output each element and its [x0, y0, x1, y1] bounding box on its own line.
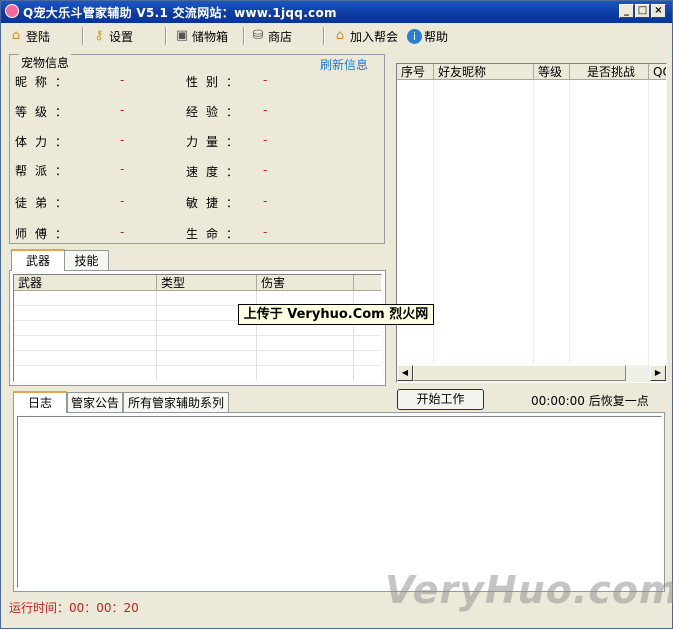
- speed-value: -: [263, 163, 268, 177]
- refresh-info-link[interactable]: 刷新信息: [319, 56, 370, 73]
- settings-label: 设置: [109, 29, 134, 44]
- agility-label: 敏捷：: [186, 196, 247, 210]
- login-button[interactable]: ⌂ 登陆: [8, 27, 50, 45]
- start-work-button[interactable]: 开始工作: [397, 389, 484, 410]
- scroll-left-icon[interactable]: ◀: [397, 365, 413, 381]
- toolbar: ⌂ 登陆 ⚷ 设置 ▣ 储物箱 ⛁ 商店 ⌂ 加入帮会 i 帮助: [1, 24, 672, 48]
- shop-icon: ⛁: [252, 28, 264, 43]
- apprentice-value: -: [120, 194, 125, 208]
- scroll-right-icon[interactable]: ▶: [650, 365, 666, 381]
- friends-col-qq[interactable]: QQ: [649, 64, 666, 80]
- recover-timer-text: 00:00:00 后恢复一点: [531, 394, 649, 408]
- faction-value: -: [120, 162, 125, 176]
- house-icon: ⌂: [11, 28, 21, 43]
- main-window: Q宠大乐斗管家辅助 V5.1 交流网站：www.1jqq.com _ □ × ⌂…: [0, 0, 673, 629]
- help-icon: i: [407, 28, 422, 44]
- master-label: 师傅：: [15, 227, 76, 241]
- weapons-col-filler: [354, 275, 381, 291]
- friends-col-challenge[interactable]: 是否挑战: [570, 64, 649, 80]
- toolbar-separator: [323, 27, 325, 45]
- upload-watermark-label: 上传于 Veryhuo.Com 烈火网: [238, 304, 434, 325]
- runtime-text: 运行时间：00：00：20: [9, 601, 139, 615]
- faction-label: 帮派：: [15, 164, 76, 178]
- toolbar-separator: [82, 27, 84, 45]
- life-value: -: [263, 225, 268, 239]
- gender-value: -: [263, 73, 268, 87]
- gender-label: 性别：: [186, 75, 247, 89]
- help-label: 帮助: [424, 29, 449, 44]
- login-label: 登陆: [26, 29, 51, 44]
- stamina-label: 体力：: [15, 135, 76, 149]
- help-button[interactable]: i 帮助: [407, 27, 448, 45]
- veryhuo-logo: VeryHuo.com: [385, 568, 673, 612]
- master-value: -: [120, 225, 125, 239]
- nickname-label: 昵称：: [15, 75, 76, 89]
- friends-table[interactable]: 序号 好友昵称 等级 是否挑战 QQ ◀ ▶: [396, 63, 667, 383]
- tab-log[interactable]: 日志: [13, 391, 67, 413]
- window-title: Q宠大乐斗管家辅助 V5.1 交流网站：www.1jqq.com: [23, 6, 337, 20]
- strength-label: 力量：: [186, 135, 247, 149]
- key-icon: ⚷: [94, 28, 104, 43]
- storage-label: 储物箱: [192, 29, 229, 44]
- minimize-button[interactable]: _: [619, 4, 634, 18]
- friends-hscrollbar[interactable]: ◀ ▶: [397, 365, 666, 382]
- close-button[interactable]: ×: [651, 4, 666, 18]
- life-label: 生命：: [186, 227, 247, 241]
- grid-line: [14, 350, 381, 351]
- grid-line: [569, 80, 570, 364]
- weapons-col-damage[interactable]: 伤害: [257, 275, 354, 291]
- friends-col-nickname[interactable]: 好友昵称: [434, 64, 534, 80]
- weapons-col-type[interactable]: 类型: [157, 275, 257, 291]
- stamina-value: -: [120, 133, 125, 147]
- title-bar[interactable]: Q宠大乐斗管家辅助 V5.1 交流网站：www.1jqq.com _ □ ×: [1, 1, 672, 23]
- storage-button[interactable]: ▣ 储物箱: [174, 27, 228, 45]
- apprentice-label: 徒弟：: [15, 196, 76, 210]
- shop-button[interactable]: ⛁ 商店: [250, 27, 292, 45]
- grid-line: [533, 80, 534, 364]
- experience-label: 经验：: [186, 105, 247, 119]
- box-icon: ▣: [175, 28, 189, 43]
- speed-label: 速度：: [186, 165, 247, 179]
- weapons-table[interactable]: 武器 类型 伤害: [13, 274, 382, 382]
- house-icon: ⌂: [335, 28, 345, 43]
- settings-button[interactable]: ⚷ 设置: [91, 27, 133, 45]
- log-textarea[interactable]: [17, 416, 662, 588]
- grid-line: [14, 365, 381, 366]
- level-label: 等级：: [15, 105, 76, 119]
- level-value: -: [120, 103, 125, 117]
- friends-col-index[interactable]: 序号: [397, 64, 434, 80]
- weapons-col-weapon[interactable]: 武器: [14, 275, 157, 291]
- join-guild-button[interactable]: ⌂ 加入帮会: [332, 27, 398, 45]
- grid-line: [648, 80, 649, 364]
- tab-all-series[interactable]: 所有管家辅助系列: [123, 392, 229, 412]
- toolbar-separator: [243, 27, 245, 45]
- app-heart-icon: [5, 4, 19, 18]
- tab-skills[interactable]: 技能: [64, 250, 109, 270]
- nickname-value: -: [120, 73, 125, 87]
- toolbar-separator: [165, 27, 167, 45]
- agility-value: -: [263, 194, 268, 208]
- friends-col-level[interactable]: 等级: [534, 64, 570, 80]
- experience-value: -: [263, 103, 268, 117]
- tab-weapons[interactable]: 武器: [11, 249, 65, 271]
- join-guild-label: 加入帮会: [350, 29, 399, 44]
- grid-line: [14, 335, 381, 336]
- equip-tabs: 武器 技能: [9, 249, 385, 271]
- pet-info-title: 宠物信息: [19, 54, 72, 71]
- tab-announcement[interactable]: 管家公告: [67, 392, 123, 412]
- strength-value: -: [263, 133, 268, 147]
- maximize-button[interactable]: □: [635, 4, 650, 18]
- scroll-thumb[interactable]: [413, 365, 626, 381]
- shop-label: 商店: [268, 29, 293, 44]
